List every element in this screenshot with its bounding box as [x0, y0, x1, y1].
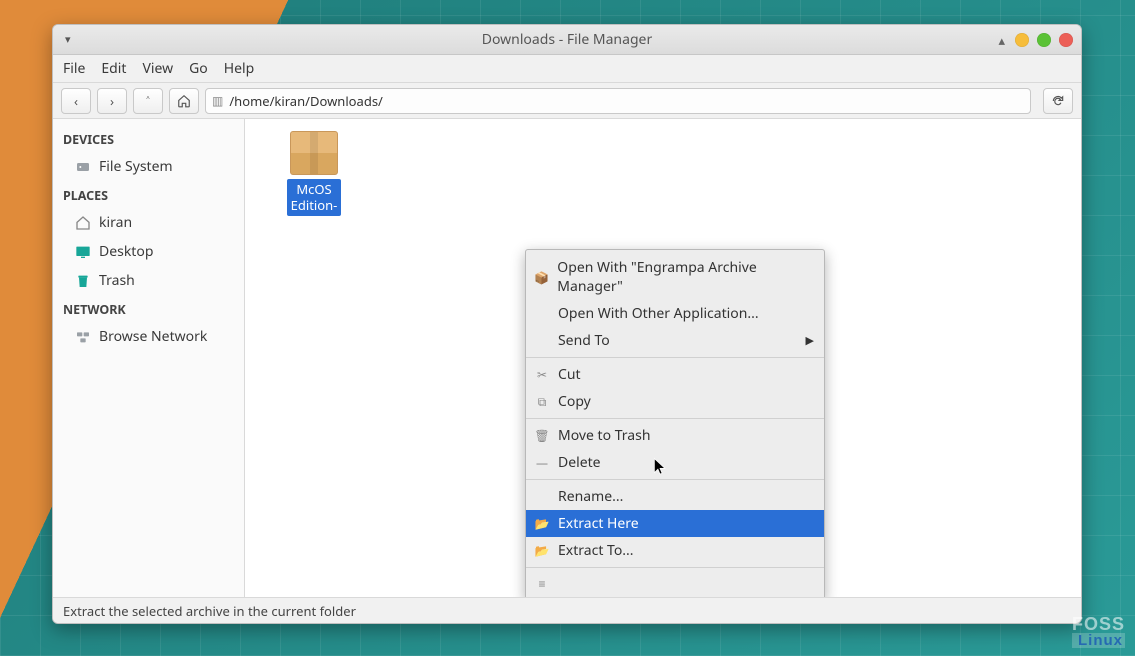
extract-icon: 📂 — [534, 516, 550, 532]
extract-icon: 📂 — [534, 543, 550, 559]
menu-view[interactable]: View — [142, 59, 173, 78]
context-menu: 📦 Open With "Engrampa Archive Manager" O… — [525, 249, 825, 597]
toolbar: ‹ › ˄ ▥ /home/kiran/Downloads/ — [53, 83, 1081, 119]
sidebar-item-browse-network[interactable]: Browse Network — [53, 322, 244, 351]
package-icon — [290, 131, 338, 175]
path-bar[interactable]: ▥ /home/kiran/Downloads/ — [205, 88, 1031, 114]
minimize-button[interactable] — [1015, 33, 1029, 47]
ctx-extract-to[interactable]: 📂 Extract To... — [526, 537, 824, 564]
package-icon: 📦 — [534, 269, 549, 285]
folder-icon: ▥ — [212, 92, 223, 109]
ctx-send-to[interactable]: Send To ▶ — [526, 327, 824, 354]
minimize-flat-icon[interactable]: ▴ — [998, 31, 1005, 49]
forward-button[interactable]: › — [97, 88, 127, 114]
up-button[interactable]: ˄ — [133, 88, 163, 114]
chevron-right-icon: ▶ — [806, 333, 814, 348]
separator — [526, 418, 824, 419]
maximize-button[interactable] — [1037, 33, 1051, 47]
drive-icon — [75, 159, 91, 175]
menu-go[interactable]: Go — [189, 59, 208, 78]
trash-icon: 🗑 — [534, 428, 550, 444]
close-button[interactable] — [1059, 33, 1073, 47]
copy-icon: ⧉ — [534, 394, 550, 410]
ctx-open-with-other[interactable]: Open With Other Application... — [526, 300, 824, 327]
ctx-delete[interactable]: — Delete — [526, 449, 824, 476]
file-label: McOS Edition- — [287, 179, 342, 216]
ctx-rename[interactable]: Rename... — [526, 483, 824, 510]
sidebar-item-label: Browse Network — [99, 327, 207, 346]
home-button[interactable] — [169, 88, 199, 114]
ctx-cut[interactable]: ✂ Cut — [526, 361, 824, 388]
separator — [526, 567, 824, 568]
statusbar: Extract the selected archive in the curr… — [53, 597, 1081, 623]
sidebar-item-desktop[interactable]: Desktop — [53, 237, 244, 266]
sidebar-item-label: kiran — [99, 213, 132, 232]
sidebar: DEVICES File System PLACES kiran Desktop — [53, 119, 245, 597]
ctx-properties[interactable]: ≡ — [526, 571, 824, 595]
home-icon — [75, 215, 91, 231]
separator — [526, 479, 824, 480]
menu-help[interactable]: Help — [224, 59, 255, 78]
sidebar-section-places: PLACES — [53, 181, 244, 208]
window-title: Downloads - File Manager — [53, 30, 1081, 49]
sidebar-section-devices: DEVICES — [53, 125, 244, 152]
window-body: DEVICES File System PLACES kiran Desktop — [53, 119, 1081, 597]
ctx-open-with-engrampa[interactable]: 📦 Open With "Engrampa Archive Manager" — [526, 254, 824, 300]
window-menu-button[interactable]: ▾ — [61, 32, 75, 47]
sidebar-section-network: NETWORK — [53, 295, 244, 322]
separator — [526, 357, 824, 358]
ctx-extract-here[interactable]: 📂 Extract Here — [526, 510, 824, 537]
desktop-icon — [75, 244, 91, 260]
path-text: /home/kiran/Downloads/ — [229, 92, 383, 110]
window-controls: ▴ — [998, 31, 1073, 49]
minus-icon: — — [534, 455, 550, 471]
trash-icon — [75, 273, 91, 289]
watermark: FOSS Linux — [1072, 615, 1125, 648]
status-text: Extract the selected archive in the curr… — [63, 602, 356, 620]
sidebar-item-label: Desktop — [99, 242, 153, 261]
cut-icon: ✂ — [534, 367, 550, 383]
back-button[interactable]: ‹ — [61, 88, 91, 114]
ctx-move-to-trash[interactable]: 🗑 Move to Trash — [526, 422, 824, 449]
sidebar-item-filesystem[interactable]: File System — [53, 152, 244, 181]
content-area[interactable]: McOS Edition- 📦 Open With "Engrampa Arch… — [245, 119, 1081, 597]
menu-file[interactable]: File — [63, 59, 85, 78]
reload-icon — [1051, 94, 1065, 108]
network-icon — [75, 329, 91, 345]
properties-icon: ≡ — [534, 575, 550, 591]
sidebar-item-label: File System — [99, 157, 173, 176]
reload-button[interactable] — [1043, 88, 1073, 114]
ctx-copy[interactable]: ⧉ Copy — [526, 388, 824, 415]
sidebar-item-trash[interactable]: Trash — [53, 266, 244, 295]
home-icon — [177, 94, 191, 108]
menu-edit[interactable]: Edit — [101, 59, 126, 78]
sidebar-item-label: Trash — [99, 271, 135, 290]
file-item-archive[interactable]: McOS Edition- — [269, 131, 359, 216]
menubar: File Edit View Go Help — [53, 55, 1081, 83]
sidebar-item-home[interactable]: kiran — [53, 208, 244, 237]
file-manager-window: ▾ Downloads - File Manager ▴ File Edit V… — [52, 24, 1082, 624]
titlebar: ▾ Downloads - File Manager ▴ — [53, 25, 1081, 55]
